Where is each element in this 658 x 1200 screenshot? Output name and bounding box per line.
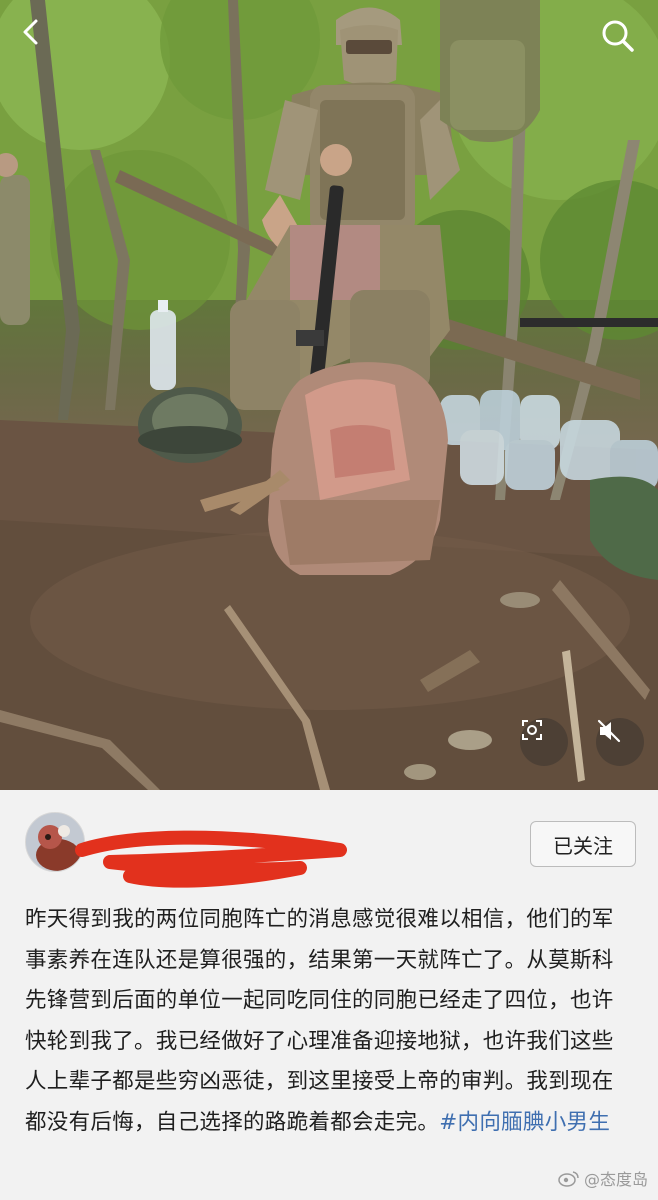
mute-button[interactable] xyxy=(596,718,644,766)
redaction-scribble xyxy=(75,830,347,888)
scan-button[interactable] xyxy=(520,718,568,766)
search-button[interactable] xyxy=(600,18,644,62)
watermark-text: @态度岛 xyxy=(583,1170,648,1189)
back-arrow-icon xyxy=(23,19,38,45)
hashtag-link[interactable]: #内向腼腆小男生 xyxy=(439,1110,610,1135)
mute-icon xyxy=(597,719,621,743)
search-icon xyxy=(602,20,634,52)
watermark: @态度岛 xyxy=(558,1166,648,1190)
follow-button[interactable]: 已关注 xyxy=(530,821,636,867)
post-body: 昨天得到我的两位同胞阵亡的消息感觉很难以相信，他们的军事素养在连队还是算很强的，… xyxy=(25,900,635,1143)
scan-icon xyxy=(522,720,542,740)
post-text: 昨天得到我的两位同胞阵亡的消息感觉很难以相信，他们的军事素养在连队还是算很强的，… xyxy=(25,907,614,1135)
post-photo[interactable] xyxy=(0,0,658,790)
back-button[interactable] xyxy=(18,18,62,62)
post-card: 已关注 昨天得到我的两位同胞阵亡的消息感觉很难以相信，他们的军事素养在连队还是算… xyxy=(0,790,658,1200)
photo-illustration xyxy=(0,0,658,790)
weibo-logo-icon xyxy=(558,1171,579,1187)
